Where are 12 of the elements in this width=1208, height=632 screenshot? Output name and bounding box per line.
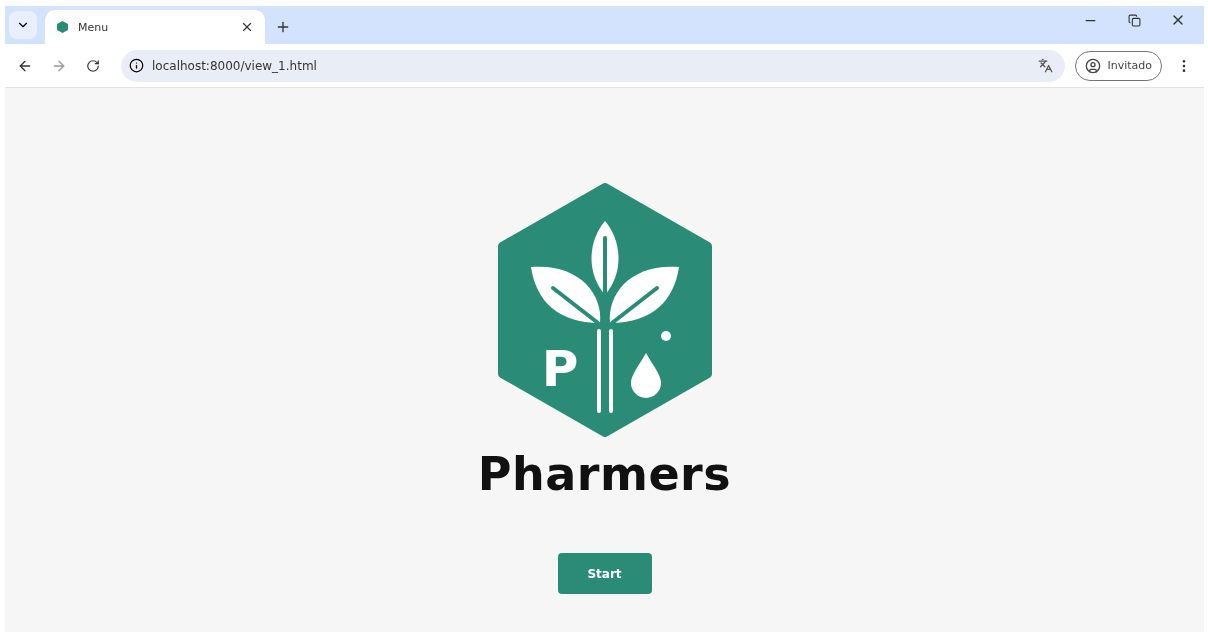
- translate-icon[interactable]: [1038, 58, 1054, 73]
- tab-title: Menu: [78, 20, 110, 34]
- browser-tab[interactable]: Menu: [45, 10, 265, 44]
- address-bar[interactable]: localhost:8000/view_1.html: [121, 49, 1066, 82]
- url-text: localhost:8000/view_1.html: [152, 58, 318, 73]
- profile-button[interactable]: Invitado: [1075, 50, 1162, 81]
- plant-hexagon-logo: P: [497, 183, 712, 437]
- start-button[interactable]: Start: [557, 553, 652, 594]
- info-icon[interactable]: [129, 58, 144, 73]
- app-title: Pharmers: [477, 447, 732, 501]
- user-icon: [1085, 57, 1102, 74]
- hexagon-icon: [57, 21, 68, 33]
